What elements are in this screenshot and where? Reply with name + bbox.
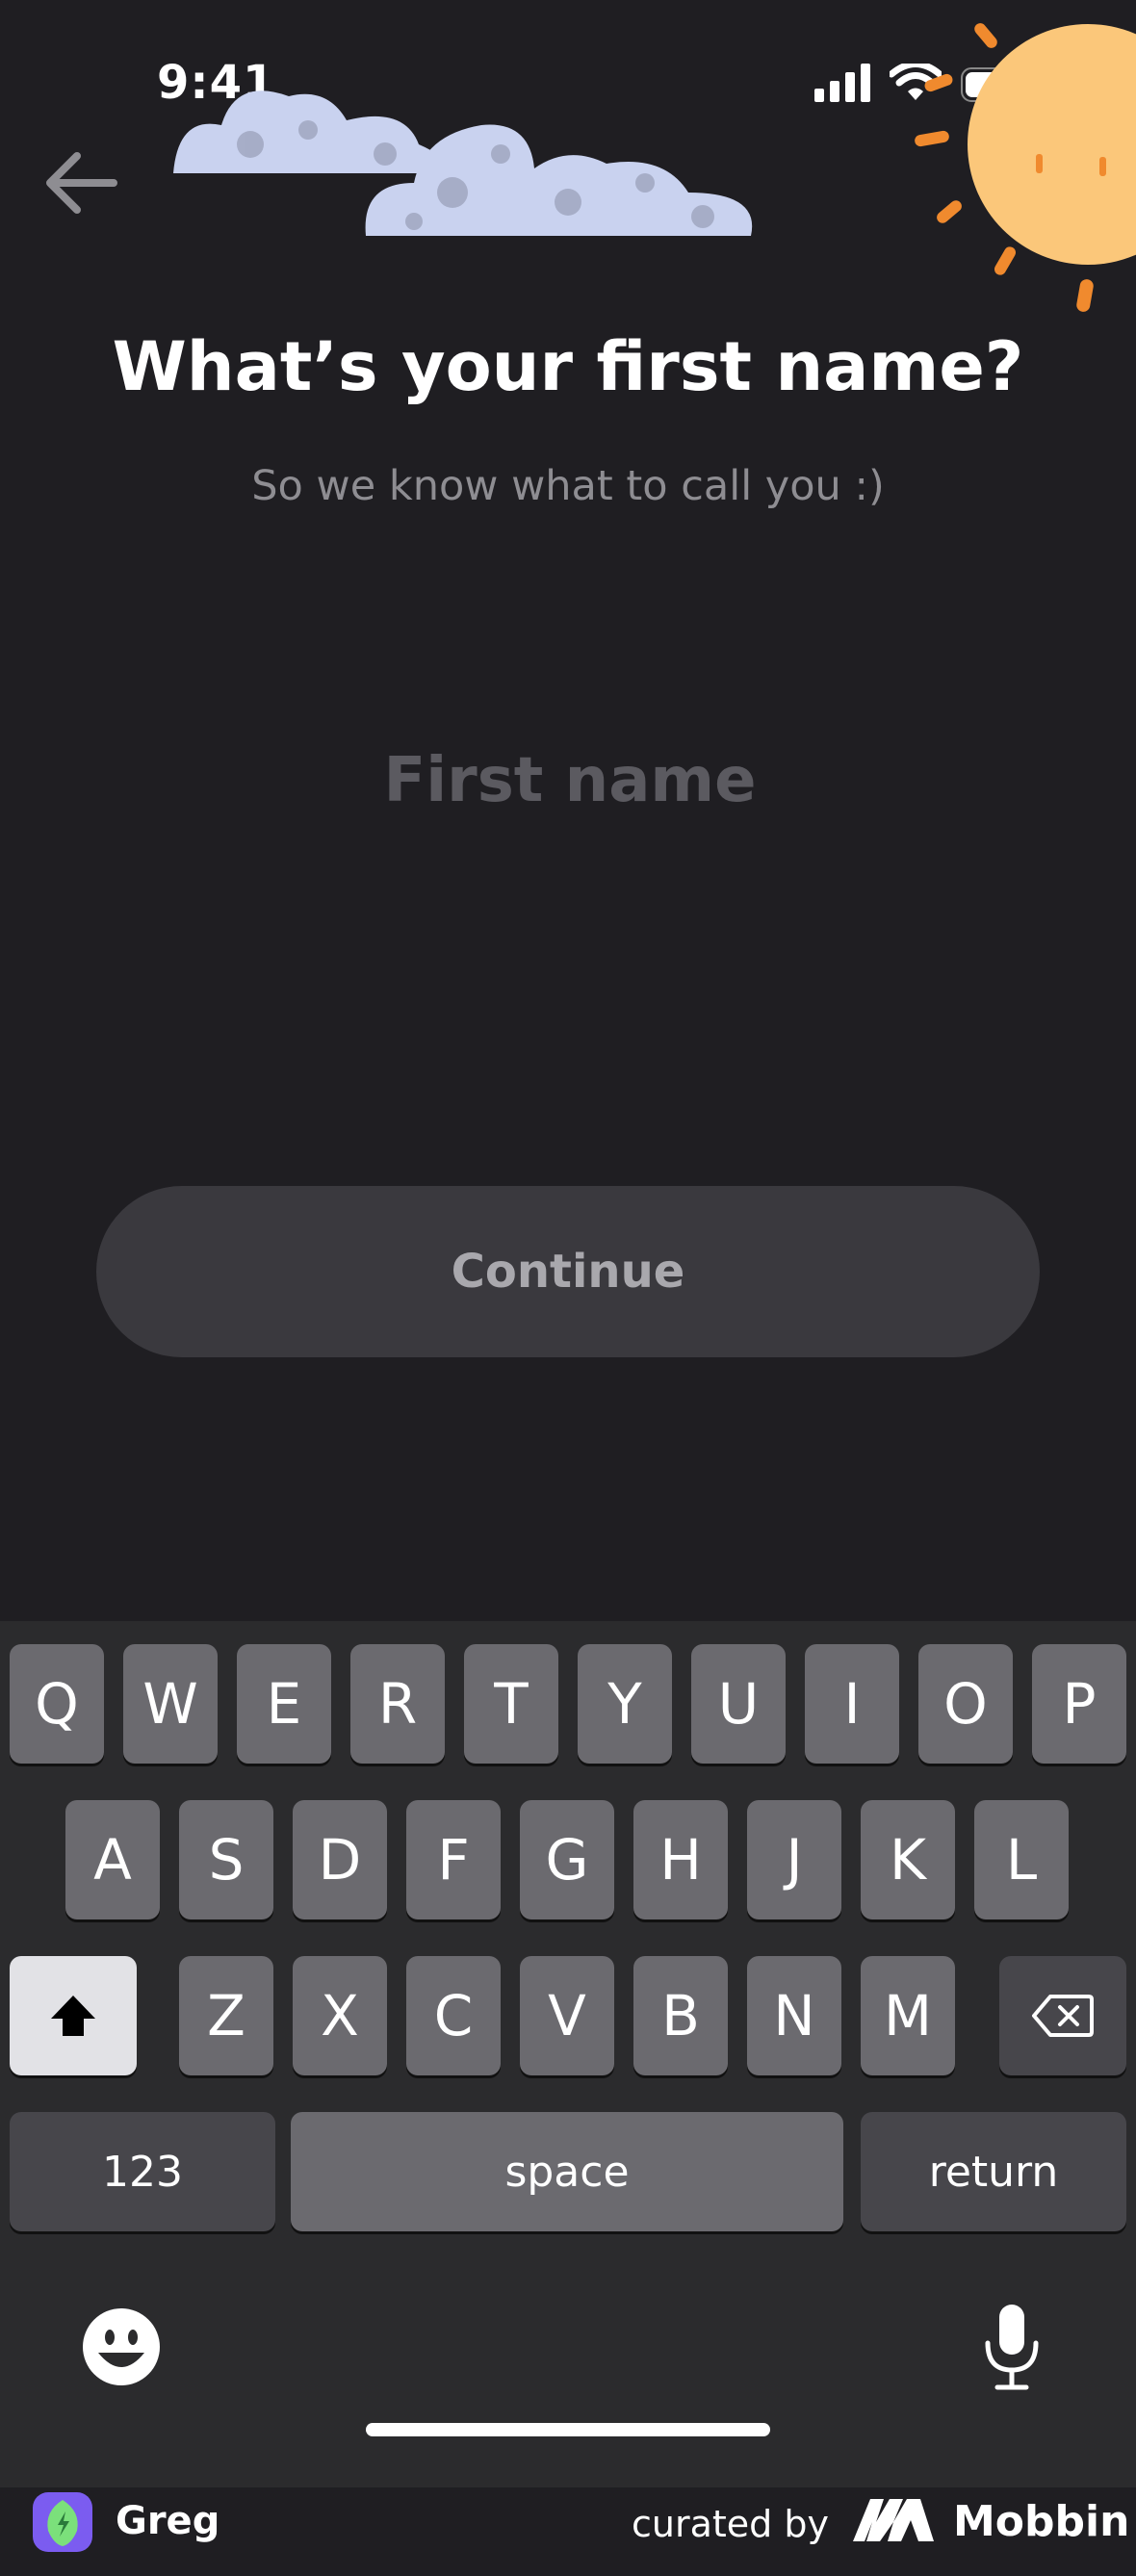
mobbin-brand: Mobbin xyxy=(953,2497,1130,2546)
cellular-signal-icon xyxy=(814,64,870,102)
space-key[interactable]: space xyxy=(291,2112,843,2231)
key-i[interactable]: I xyxy=(805,1644,899,1764)
key-f[interactable]: F xyxy=(406,1800,501,1919)
key-o[interactable]: O xyxy=(918,1644,1013,1764)
emoji-icon[interactable] xyxy=(81,2306,162,2387)
key-m[interactable]: M xyxy=(861,1956,955,2075)
key-v[interactable]: V xyxy=(520,1956,614,2075)
mobbin-logo-icon xyxy=(853,2499,934,2541)
backspace-icon xyxy=(1032,1995,1094,2037)
continue-button[interactable]: Continue xyxy=(96,1186,1040,1357)
keyboard: Q W E R T Y U I O P A S D F G H J K L Z … xyxy=(0,1621,1136,2487)
key-z[interactable]: Z xyxy=(179,1956,273,2075)
key-r[interactable]: R xyxy=(350,1644,445,1764)
shift-arrow-icon xyxy=(51,1996,95,2036)
key-c[interactable]: C xyxy=(406,1956,501,2075)
key-q[interactable]: Q xyxy=(10,1644,104,1764)
key-b[interactable]: B xyxy=(633,1956,728,2075)
key-n[interactable]: N xyxy=(747,1956,841,2075)
key-j[interactable]: J xyxy=(747,1800,841,1919)
key-a[interactable]: A xyxy=(65,1800,160,1919)
key-l[interactable]: L xyxy=(974,1800,1069,1919)
page-subtitle: So we know what to call you :) xyxy=(251,462,885,510)
key-h[interactable]: H xyxy=(633,1800,728,1919)
delete-key[interactable] xyxy=(999,1956,1126,2075)
numbers-key[interactable]: 123 xyxy=(10,2112,275,2231)
key-p[interactable]: P xyxy=(1032,1644,1126,1764)
microphone-icon[interactable] xyxy=(980,2301,1044,2393)
app-name: Greg xyxy=(116,2499,220,2543)
key-d[interactable]: D xyxy=(293,1800,387,1919)
greg-app-icon xyxy=(33,2492,92,2552)
key-y[interactable]: Y xyxy=(578,1644,672,1764)
key-g[interactable]: G xyxy=(520,1800,614,1919)
key-u[interactable]: U xyxy=(691,1644,786,1764)
key-s[interactable]: S xyxy=(179,1800,273,1919)
key-x[interactable]: X xyxy=(293,1956,387,2075)
shift-key[interactable] xyxy=(10,1956,137,2075)
curated-by-label: curated by xyxy=(632,2503,829,2545)
leaf-icon xyxy=(47,2500,78,2546)
key-w[interactable]: W xyxy=(123,1644,218,1764)
key-k[interactable]: K xyxy=(861,1800,955,1919)
key-t[interactable]: T xyxy=(464,1644,558,1764)
back-arrow-icon[interactable] xyxy=(39,144,125,221)
return-key[interactable]: return xyxy=(861,2112,1126,2231)
clouds-illustration xyxy=(173,90,753,236)
first-name-input[interactable] xyxy=(183,732,957,830)
page-title: What’s your first name? xyxy=(112,327,1024,406)
sun-illustration xyxy=(915,23,1136,312)
key-e[interactable]: E xyxy=(237,1644,331,1764)
home-indicator xyxy=(366,2423,770,2436)
